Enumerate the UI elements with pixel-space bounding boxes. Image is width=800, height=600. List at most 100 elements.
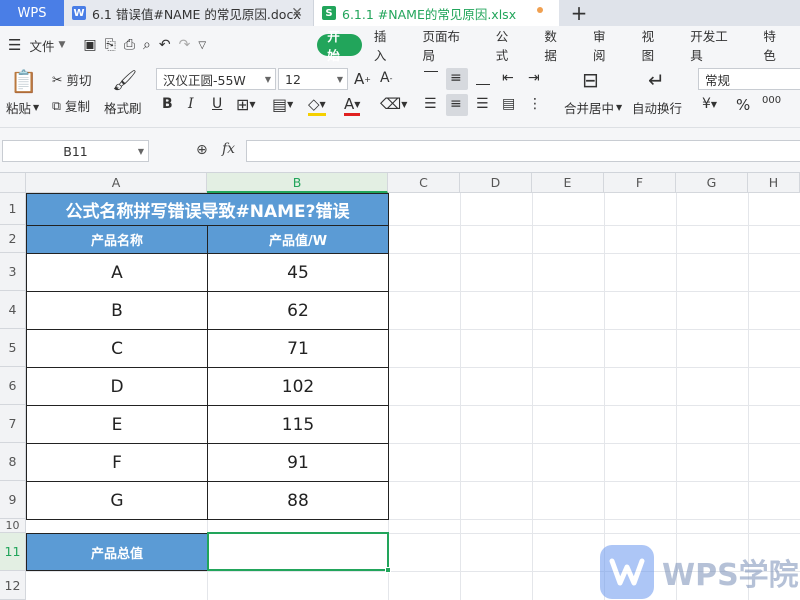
close-icon[interactable]: ✕ — [291, 5, 303, 21]
align-bottom-icon[interactable]: ⎽ — [476, 70, 490, 86]
tab-page-layout[interactable]: 页面布局 — [410, 29, 483, 63]
cell-a3[interactable]: A — [26, 253, 208, 292]
underline-button[interactable]: U — [212, 96, 222, 112]
distributed-icon[interactable]: ⋮ — [528, 96, 542, 112]
cell-style-icon[interactable]: ▤ ▼ — [272, 95, 293, 114]
cell-b3[interactable]: 45 — [207, 253, 389, 292]
number-format-select[interactable]: 常规 — [698, 68, 800, 90]
paste-icon[interactable]: 📋 — [10, 70, 37, 95]
col-header-f[interactable]: F — [604, 173, 676, 193]
row-header-10[interactable]: 10 — [0, 519, 26, 533]
currency-button[interactable]: ¥ ▼ — [702, 96, 717, 112]
print-icon[interactable]: ⎙ — [124, 37, 135, 53]
col-header-d[interactable]: D — [460, 173, 532, 193]
redo-icon[interactable]: ↷ — [179, 37, 191, 53]
cell-a7[interactable]: E — [26, 405, 208, 444]
undo-icon[interactable]: ↶ — [159, 37, 171, 53]
cell-b5[interactable]: 71 — [207, 329, 389, 368]
row-header-3[interactable]: 3 — [0, 253, 26, 291]
bold-button[interactable]: B — [162, 96, 173, 112]
wrap-text-icon[interactable]: ↵ — [648, 68, 665, 92]
cell-a6[interactable]: D — [26, 367, 208, 406]
indent-decrease-icon[interactable]: ⇤ — [502, 70, 514, 86]
align-right-icon[interactable]: ☰ — [476, 96, 489, 112]
row-header-11[interactable]: 11 — [0, 533, 26, 571]
paste-button[interactable]: 粘贴 ▼ — [6, 98, 39, 117]
justify-icon[interactable]: ▤ — [502, 96, 515, 112]
align-top-icon[interactable]: ⎺ — [424, 70, 438, 86]
active-cell-b11[interactable] — [207, 532, 389, 571]
format-painter-icon[interactable]: 🖌 — [112, 68, 137, 92]
header-cell-product-value[interactable]: 产品值/W — [207, 225, 389, 254]
file-menu[interactable]: 文件 ▼ — [29, 36, 65, 55]
percent-button[interactable]: % — [736, 96, 750, 114]
italic-button[interactable]: I — [188, 96, 194, 112]
clear-format-icon[interactable]: ⌫ ▼ — [380, 95, 407, 113]
align-left-icon[interactable]: ☰ — [424, 96, 437, 112]
cell-b6[interactable]: 102 — [207, 367, 389, 406]
row-header-9[interactable]: 9 — [0, 481, 26, 519]
cell-b9[interactable]: 88 — [207, 481, 389, 520]
align-middle-icon[interactable]: ≡ — [450, 70, 462, 86]
cell-a5[interactable]: C — [26, 329, 208, 368]
font-color-icon[interactable]: A ▼ — [344, 95, 361, 116]
col-header-c[interactable]: C — [388, 173, 460, 193]
fill-handle[interactable] — [385, 567, 391, 573]
col-header-h[interactable]: H — [748, 173, 800, 193]
col-header-a[interactable]: A — [26, 173, 207, 193]
row-header-8[interactable]: 8 — [0, 443, 26, 481]
insert-function-icon[interactable]: fx — [222, 141, 235, 157]
tab-home[interactable]: 开始 — [317, 29, 362, 63]
tab-data[interactable]: 数据 — [532, 29, 581, 63]
zoom-search-icon[interactable]: ⊕ — [196, 142, 208, 158]
thousands-button[interactable]: 000 — [762, 95, 781, 106]
formula-input[interactable] — [246, 140, 800, 162]
copy-button[interactable]: ⧉ 复制 — [52, 96, 90, 115]
hamburger-menu-icon[interactable]: ☰ — [8, 36, 21, 54]
row-header-12[interactable]: 12 — [0, 571, 26, 600]
col-header-g[interactable]: G — [676, 173, 748, 193]
cell-b4[interactable]: 62 — [207, 291, 389, 330]
total-label-cell-a11[interactable]: 产品总值 — [26, 533, 208, 571]
row-header-4[interactable]: 4 — [0, 291, 26, 329]
row-header-2[interactable]: 2 — [0, 225, 26, 253]
cell-a8[interactable]: F — [26, 443, 208, 482]
tab-xls-file[interactable]: S 6.1.1 #NAME的常见原因.xlsx — [314, 0, 559, 26]
cut-button[interactable]: ✂ 剪切 — [52, 70, 92, 89]
header-cell-product-name[interactable]: 产品名称 — [26, 225, 208, 254]
new-tab-button[interactable]: + — [559, 0, 599, 26]
increase-font-icon[interactable]: A + — [354, 70, 371, 88]
name-box[interactable]: B11 ▼ — [2, 140, 149, 162]
wps-home-tab[interactable]: WPS — [0, 0, 64, 26]
merge-center-icon[interactable]: ⊟ — [582, 68, 599, 92]
export-icon[interactable]: ⎘ — [105, 37, 116, 53]
font-size-select[interactable]: 12 ▼ — [278, 68, 348, 90]
merge-center-button[interactable]: 合并居中 ▼ — [564, 98, 622, 117]
select-all-corner[interactable] — [0, 173, 26, 193]
print-preview-icon[interactable]: ⌕ — [143, 37, 151, 53]
format-painter-button[interactable]: 格式刷 — [104, 98, 142, 117]
cell-b7[interactable]: 115 — [207, 405, 389, 444]
customize-toolbar-icon[interactable]: ▽ — [198, 40, 206, 51]
tab-developer[interactable]: 开发工具 — [678, 29, 751, 63]
col-header-b[interactable]: B — [207, 173, 388, 193]
fill-color-icon[interactable]: ◇ ▼ — [308, 95, 326, 116]
title-cell-a1[interactable]: 公式名称拼写错误导致#NAME?错误 — [26, 193, 389, 226]
decrease-font-icon[interactable]: A- — [380, 70, 392, 86]
row-header-1[interactable]: 1 — [0, 193, 26, 225]
cell-a4[interactable]: B — [26, 291, 208, 330]
tab-view[interactable]: 视图 — [630, 29, 679, 63]
tab-insert[interactable]: 插入 — [362, 29, 411, 63]
align-center-icon[interactable]: ≡ — [450, 96, 462, 112]
borders-icon[interactable]: ⊞ ▼ — [236, 95, 256, 114]
col-header-e[interactable]: E — [532, 173, 604, 193]
cell-b8[interactable]: 91 — [207, 443, 389, 482]
save-icon[interactable]: ▣ — [83, 37, 96, 53]
row-header-5[interactable]: 5 — [0, 329, 26, 367]
tab-review[interactable]: 审阅 — [581, 29, 630, 63]
tab-doc-file[interactable]: W 6.1 错误值#NAME 的常见原因.docx ✕ — [64, 0, 314, 26]
row-header-6[interactable]: 6 — [0, 367, 26, 405]
wrap-text-button[interactable]: 自动换行 — [632, 98, 682, 117]
indent-increase-icon[interactable]: ⇥ — [528, 70, 540, 86]
cell-a9[interactable]: G — [26, 481, 208, 520]
